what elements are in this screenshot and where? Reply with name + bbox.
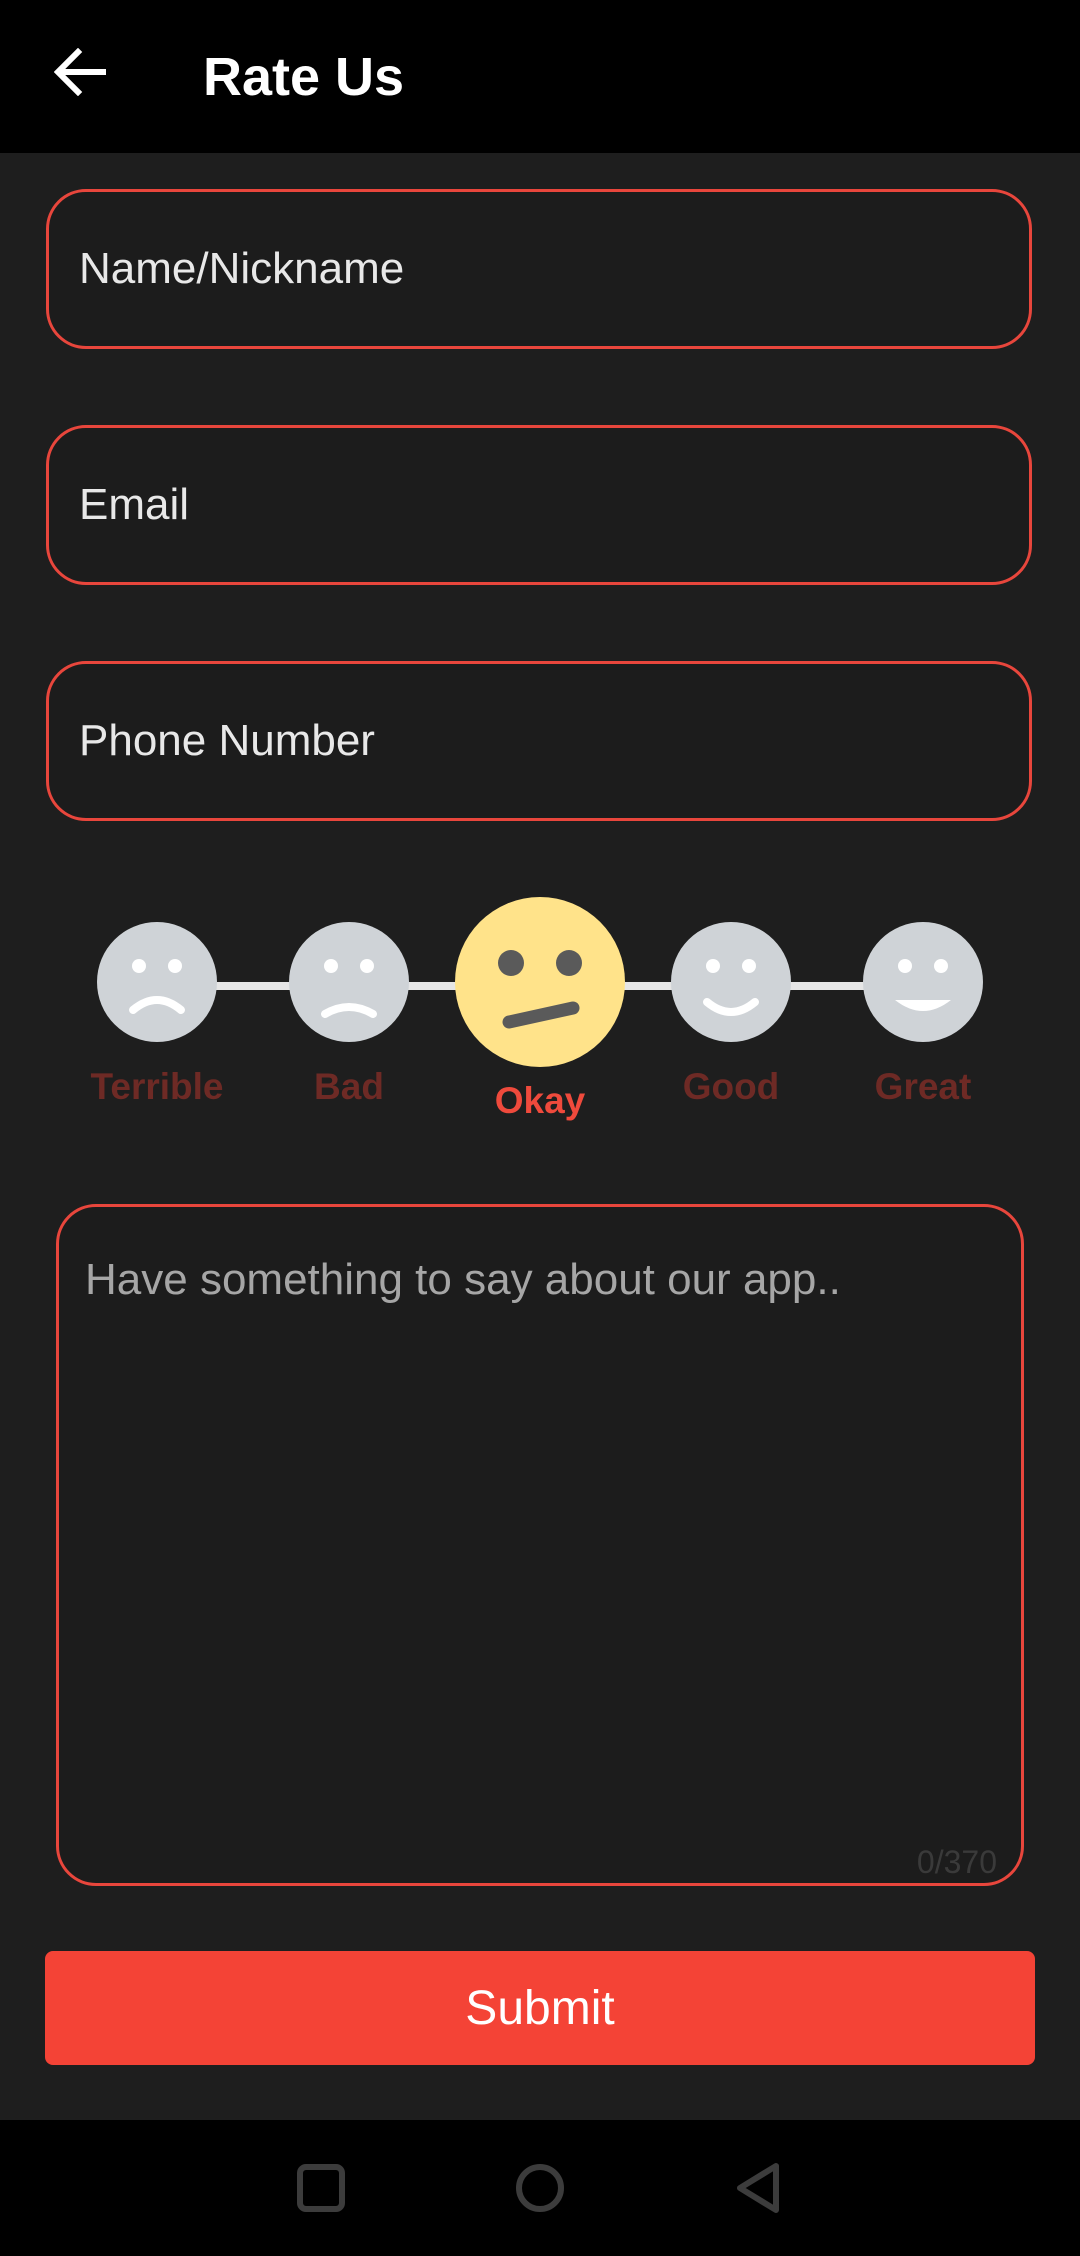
terrible-face-icon bbox=[97, 922, 217, 1042]
triangle-back-icon bbox=[737, 2163, 779, 2213]
great-face-icon bbox=[863, 922, 983, 1042]
rating-great-button[interactable] bbox=[863, 922, 983, 1042]
comment-box: 0/370 bbox=[56, 1204, 1024, 1886]
phone-input[interactable] bbox=[79, 664, 999, 818]
rating-label-terrible[interactable]: Terrible bbox=[57, 1066, 257, 1108]
circle-icon bbox=[516, 2164, 564, 2212]
rating-terrible-button[interactable] bbox=[97, 922, 217, 1042]
character-counter: 0/370 bbox=[916, 1844, 997, 1880]
good-face-icon bbox=[671, 922, 791, 1042]
page-title: Rate Us bbox=[203, 47, 405, 107]
arrow-left-icon bbox=[54, 48, 106, 96]
recents-button[interactable] bbox=[291, 2158, 351, 2218]
back-nav-button[interactable] bbox=[730, 2158, 790, 2218]
smiley-rating: Terrible Bad Okay Good Great bbox=[0, 880, 1080, 1140]
rating-label-bad[interactable]: Bad bbox=[249, 1066, 449, 1108]
name-field-container bbox=[46, 189, 1032, 349]
phone-field-container bbox=[46, 661, 1032, 821]
okay-face-icon bbox=[455, 897, 625, 1067]
square-icon bbox=[297, 2164, 345, 2212]
submit-button[interactable]: Submit bbox=[45, 1951, 1035, 2065]
rating-bad-button[interactable] bbox=[289, 922, 409, 1042]
rating-label-great[interactable]: Great bbox=[823, 1066, 1023, 1108]
home-button[interactable] bbox=[510, 2158, 570, 2218]
rating-label-okay[interactable]: Okay bbox=[440, 1080, 640, 1122]
rating-okay-button[interactable] bbox=[455, 897, 625, 1067]
name-input[interactable] bbox=[79, 192, 999, 346]
rating-good-button[interactable] bbox=[671, 922, 791, 1042]
email-field-container bbox=[46, 425, 1032, 585]
app-bar: Rate Us bbox=[0, 0, 1080, 153]
rating-label-good[interactable]: Good bbox=[631, 1066, 831, 1108]
comment-textarea[interactable] bbox=[85, 1255, 995, 1815]
back-button[interactable] bbox=[44, 36, 116, 108]
system-nav-bar bbox=[0, 2120, 1080, 2256]
email-input[interactable] bbox=[79, 428, 999, 582]
bad-face-icon bbox=[289, 922, 409, 1042]
